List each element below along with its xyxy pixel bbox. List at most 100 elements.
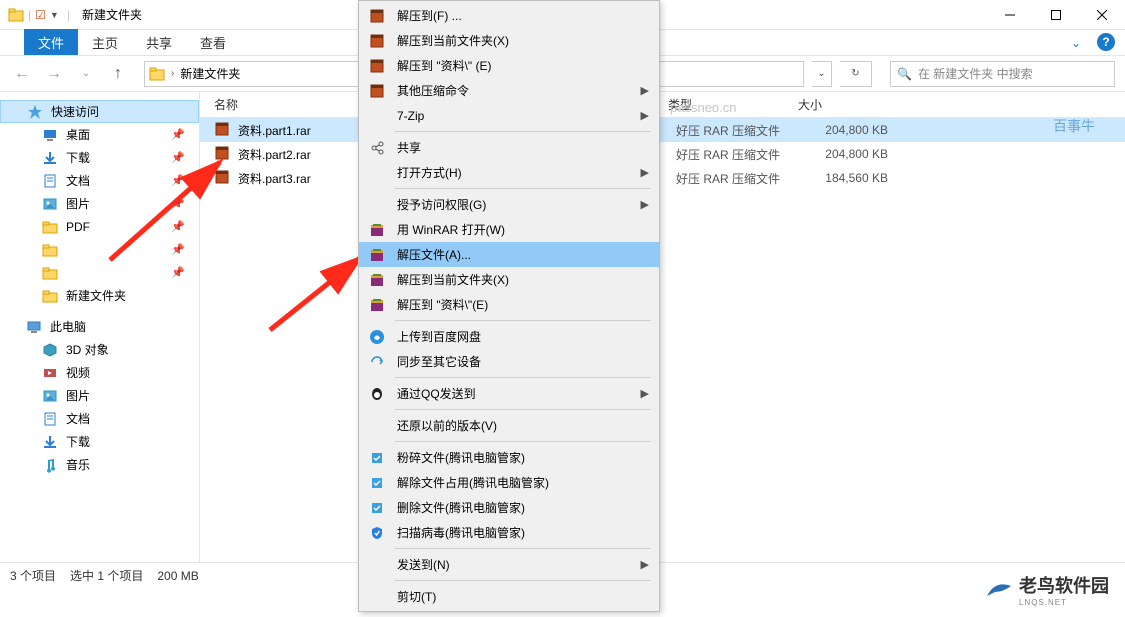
sidebar-item[interactable]: 图片📌 xyxy=(0,192,199,215)
refresh-button[interactable]: ↻ xyxy=(840,61,872,87)
context-menu: 解压到(F) ... 解压到当前文件夹(X) 解压到 "资料\" (E) 其他压缩命令… xyxy=(358,0,660,612)
menu-item[interactable]: 删除文件(腾讯电脑管家) xyxy=(359,495,659,520)
column-size[interactable]: 大小 xyxy=(792,96,882,113)
sidebar-item[interactable]: 文档📌 xyxy=(0,169,199,192)
logo-text: 老鸟软件园 xyxy=(1019,576,1109,596)
column-headers: 名称 类型 大小 xyxy=(200,92,1125,118)
sidebar-item[interactable]: 视频 xyxy=(0,361,199,384)
menu-item-label: 扫描病毒(腾讯电脑管家) xyxy=(397,524,525,541)
sidebar-item[interactable]: 图片 xyxy=(0,384,199,407)
file-size: 204,800 KB xyxy=(806,147,896,161)
blank-icon xyxy=(367,587,387,607)
file-type: 好压 RAR 压缩文件 xyxy=(676,170,806,187)
sidebar-item[interactable]: 文档 xyxy=(0,407,199,430)
breadcrumb[interactable]: 新建文件夹 xyxy=(180,65,240,82)
rar-icon xyxy=(214,121,232,139)
menu-item[interactable]: 解压到 "资料\" (E) xyxy=(359,53,659,78)
sidebar-item[interactable]: 下载 xyxy=(0,430,199,453)
menu-item-label: 发送到(N) xyxy=(397,556,450,573)
minimize-button[interactable] xyxy=(987,0,1033,30)
menu-item[interactable]: 打开方式(H)▶ xyxy=(359,160,659,185)
pin-icon: 📌 xyxy=(171,266,185,279)
qat-dropdown-icon[interactable]: ▼ xyxy=(50,10,59,20)
file-tab[interactable]: 文件 xyxy=(24,29,78,55)
menu-item[interactable]: 授予访问权限(G)▶ xyxy=(359,192,659,217)
sidebar-this-pc[interactable]: 此电脑 xyxy=(0,315,199,338)
download-icon xyxy=(42,150,58,166)
share-icon xyxy=(367,138,387,158)
sidebar-item[interactable]: 📌 xyxy=(0,261,199,284)
watermark-logo: 老鸟软件园 LNQS.NET xyxy=(985,572,1109,607)
menu-item[interactable]: 解压到(F) ... xyxy=(359,3,659,28)
pictures-icon xyxy=(42,388,58,404)
menu-item[interactable]: 解压到当前文件夹(X) xyxy=(359,267,659,292)
sidebar-item-label: 下载 xyxy=(66,433,90,450)
up-button[interactable]: ↑ xyxy=(106,62,130,86)
pin-icon: 📌 xyxy=(171,174,185,187)
file-row[interactable]: 资料.part2.rar好压 RAR 压缩文件204,800 KB xyxy=(200,142,1125,166)
pin-icon: 📌 xyxy=(171,128,185,141)
menu-item-label: 7-Zip xyxy=(397,109,424,123)
qat-checkbox-icon[interactable]: ☑ xyxy=(35,8,46,22)
rar-icon xyxy=(367,6,387,26)
menu-separator xyxy=(395,188,651,189)
chevron-right-icon: ▶ xyxy=(641,387,649,400)
sidebar-item[interactable]: 📌 xyxy=(0,238,199,261)
sidebar: 快速访问 桌面📌下载📌文档📌图片📌PDF📌📌📌新建文件夹 此电脑 3D 对象视频… xyxy=(0,92,200,562)
menu-item[interactable]: 上传到百度网盘 xyxy=(359,324,659,349)
bird-icon xyxy=(985,578,1013,602)
menu-item-label: 通过QQ发送到 xyxy=(397,385,476,402)
close-button[interactable] xyxy=(1079,0,1125,30)
menu-item[interactable]: 用 WinRAR 打开(W) xyxy=(359,217,659,242)
menu-item[interactable]: 解压到 "资料\"(E) xyxy=(359,292,659,317)
sidebar-item[interactable]: 音乐 xyxy=(0,453,199,476)
sidebar-item-label: 3D 对象 xyxy=(66,341,109,358)
menu-item[interactable]: 还原以前的版本(V) xyxy=(359,413,659,438)
sidebar-item-label: 新建文件夹 xyxy=(66,287,126,304)
help-icon[interactable]: ? xyxy=(1097,33,1115,51)
menu-item[interactable]: 扫描病毒(腾讯电脑管家) xyxy=(359,520,659,545)
menu-item[interactable]: 解压文件(A)... xyxy=(359,242,659,267)
menu-item-label: 授予访问权限(G) xyxy=(397,196,486,213)
menu-item-label: 解压到 "资料\" (E) xyxy=(397,57,492,74)
sidebar-item[interactable]: 3D 对象 xyxy=(0,338,199,361)
menu-item[interactable]: 解压到当前文件夹(X) xyxy=(359,28,659,53)
winrar-icon xyxy=(367,220,387,240)
tab-share[interactable]: 共享 xyxy=(132,30,186,55)
blank-icon xyxy=(367,195,387,215)
back-button[interactable]: ← xyxy=(10,62,34,86)
sidebar-item-label: 下载 xyxy=(66,149,90,166)
sidebar-quick-access[interactable]: 快速访问 xyxy=(0,100,199,123)
menu-item[interactable]: 共享 xyxy=(359,135,659,160)
sidebar-item[interactable]: PDF📌 xyxy=(0,215,199,238)
sidebar-item[interactable]: 新建文件夹 xyxy=(0,284,199,307)
maximize-button[interactable] xyxy=(1033,0,1079,30)
menu-item[interactable]: 剪切(T) xyxy=(359,584,659,609)
folder-icon xyxy=(42,288,58,304)
ribbon-expand-icon[interactable]: ⌄ xyxy=(1071,36,1081,50)
menu-item[interactable]: 解除文件占用(腾讯电脑管家) xyxy=(359,470,659,495)
forward-button[interactable]: → xyxy=(42,62,66,86)
address-dropdown[interactable]: ⌄ xyxy=(812,61,832,87)
menu-separator xyxy=(395,580,651,581)
search-input[interactable]: 🔍 在 新建文件夹 中搜索 xyxy=(890,61,1115,87)
menu-item-label: 解压到(F) ... xyxy=(397,7,462,24)
menu-item[interactable]: 通过QQ发送到 ▶ xyxy=(359,381,659,406)
menu-item[interactable]: 7-Zip▶ xyxy=(359,103,659,128)
file-row[interactable]: 资料.part1.rar好压 RAR 压缩文件204,800 KB xyxy=(200,118,1125,142)
menu-item[interactable]: 同步至其它设备 xyxy=(359,349,659,374)
tab-view[interactable]: 查看 xyxy=(186,30,240,55)
menu-item[interactable]: 发送到(N)▶ xyxy=(359,552,659,577)
menu-item[interactable]: 其他压缩命令▶ xyxy=(359,78,659,103)
file-row[interactable]: 资料.part3.rar好压 RAR 压缩文件184,560 KB xyxy=(200,166,1125,190)
folder-icon xyxy=(149,66,165,82)
sidebar-item[interactable]: 桌面📌 xyxy=(0,123,199,146)
chevron-right-icon: ▶ xyxy=(641,166,649,179)
menu-item[interactable]: 粉碎文件(腾讯电脑管家) xyxy=(359,445,659,470)
tab-home[interactable]: 主页 xyxy=(78,30,132,55)
column-type[interactable]: 类型 xyxy=(662,96,792,113)
tx-icon xyxy=(367,498,387,518)
sidebar-item[interactable]: 下载📌 xyxy=(0,146,199,169)
recent-dropdown[interactable]: ⌄ xyxy=(74,62,98,86)
folder-icon xyxy=(8,7,24,23)
